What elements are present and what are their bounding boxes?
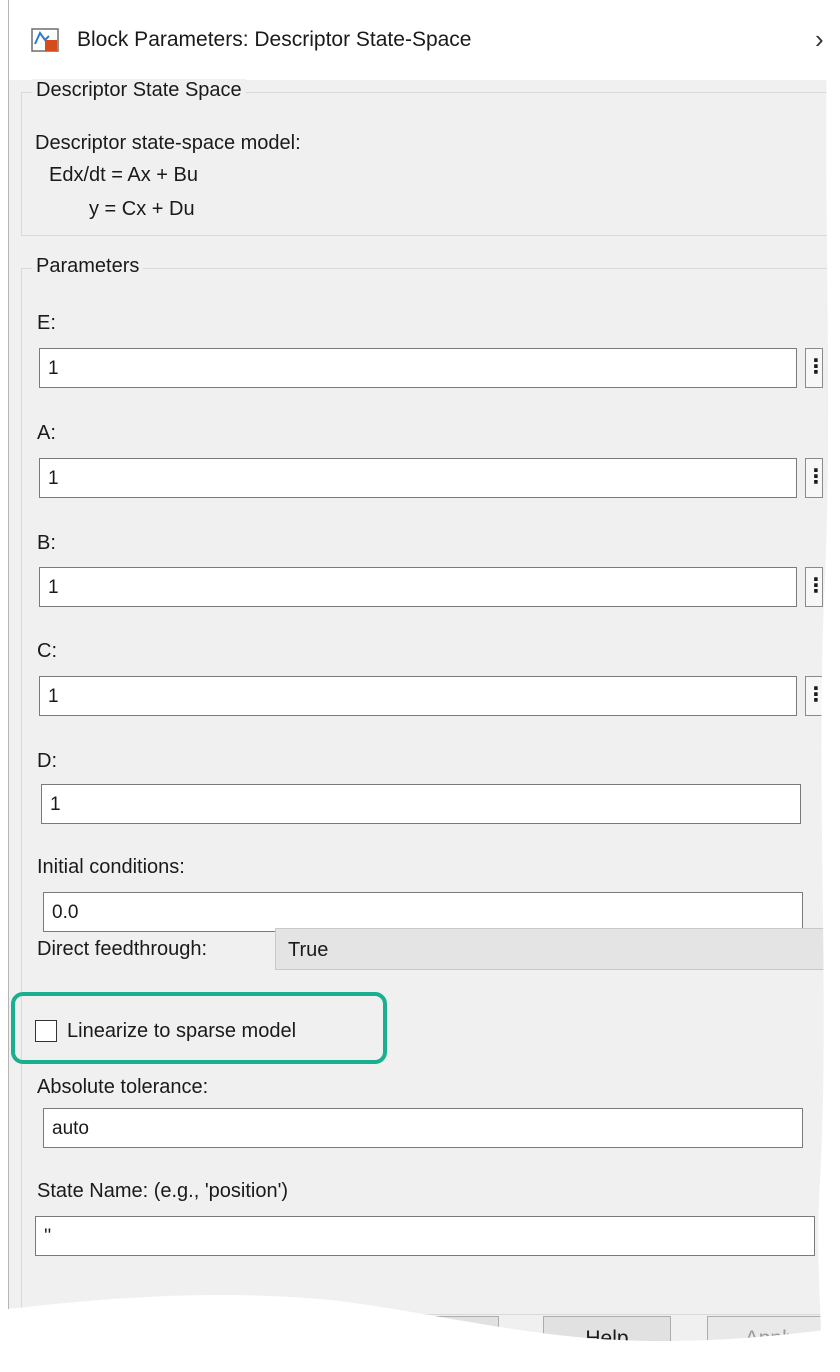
param-e-label: E:	[37, 312, 56, 334]
param-c-more-button[interactable]: ⋮	[805, 676, 826, 716]
cancel-button[interactable]: Cancel	[371, 1316, 499, 1362]
description-equation-2: y = Cx + Du	[89, 198, 195, 220]
simulink-block-icon	[31, 28, 59, 52]
param-b-more-button[interactable]: ⋮	[805, 567, 826, 607]
chevron-right-icon[interactable]: ›	[815, 24, 824, 55]
param-e-input[interactable]: 1	[39, 348, 797, 388]
param-b-input[interactable]: 1	[39, 567, 797, 607]
title-bar: Block Parameters: Descriptor State-Space…	[9, 0, 840, 80]
initial-conditions-input[interactable]: 0.0	[43, 892, 803, 932]
param-a-label: A:	[37, 422, 56, 444]
initial-conditions-label: Initial conditions:	[37, 856, 185, 878]
linearize-highlight-callout	[11, 992, 387, 1064]
param-d-input[interactable]: 1	[41, 784, 801, 824]
dialog-window: Block Parameters: Descriptor State-Space…	[8, 0, 840, 1372]
absolute-tolerance-label: Absolute tolerance:	[37, 1076, 209, 1098]
window-title: Block Parameters: Descriptor State-Space	[77, 28, 472, 51]
apply-button[interactable]: Apply	[707, 1316, 835, 1362]
parameters-group-label: Parameters	[32, 255, 144, 278]
absolute-tolerance-input[interactable]: auto	[43, 1108, 803, 1148]
state-name-input[interactable]: ''	[35, 1216, 815, 1256]
state-name-label: State Name: (e.g., 'position')	[37, 1180, 289, 1202]
param-a-more-button[interactable]: ⋮	[805, 458, 826, 498]
description-group-label: Descriptor State Space	[32, 79, 246, 102]
direct-feedthrough-label: Direct feedthrough:	[37, 938, 208, 960]
description-equation-1: Edx/dt = Ax + Bu	[49, 164, 198, 186]
param-a-input[interactable]: 1	[39, 458, 797, 498]
param-c-input[interactable]: 1	[39, 676, 797, 716]
param-b-label: B:	[37, 532, 56, 554]
help-button[interactable]: Help	[543, 1316, 671, 1362]
description-line1: Descriptor state-space model:	[35, 132, 301, 154]
param-c-label: C:	[37, 640, 57, 662]
param-e-more-button[interactable]: ⋮	[805, 348, 826, 388]
param-d-label: D:	[37, 750, 57, 772]
direct-feedthrough-dropdown[interactable]: True	[275, 928, 840, 970]
